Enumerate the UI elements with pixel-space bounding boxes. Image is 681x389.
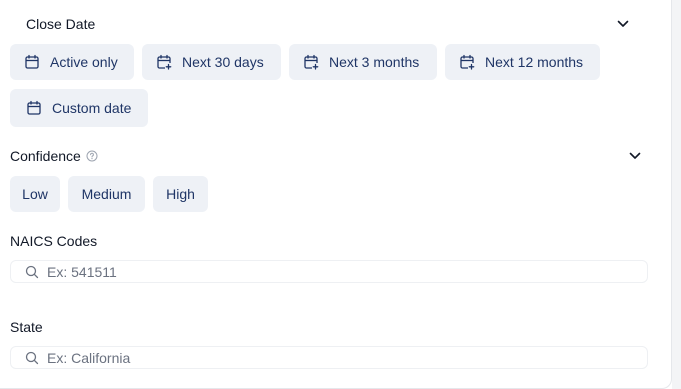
chip-next-12-months[interactable]: Next 12 months: [445, 44, 600, 80]
chip-label: High: [166, 186, 195, 202]
chevron-down-icon[interactable]: [628, 149, 642, 163]
chip-label: Active only: [50, 54, 118, 70]
chip-active-only[interactable]: Active only: [10, 44, 134, 80]
panel-edge: [672, 0, 681, 389]
naics-search-input[interactable]: [47, 263, 607, 280]
chip-high[interactable]: High: [153, 176, 208, 212]
search-icon: [25, 265, 39, 278]
confidence-title: Confidence: [10, 148, 81, 164]
chip-label: Low: [22, 186, 48, 202]
calendar-icon: [27, 100, 41, 115]
confidence-header[interactable]: Confidence: [10, 147, 98, 165]
state-search-input[interactable]: [47, 349, 607, 366]
state-search-box[interactable]: [10, 346, 648, 369]
chip-next-3-months[interactable]: Next 3 months: [289, 44, 437, 80]
search-icon: [25, 351, 39, 364]
chip-low[interactable]: Low: [10, 176, 60, 212]
naics-search-box[interactable]: [10, 260, 648, 283]
calendar-plus-icon: [157, 54, 172, 70]
naics-codes-label: NAICS Codes: [10, 233, 98, 249]
chevron-down-icon[interactable]: [616, 17, 630, 31]
info-icon[interactable]: [86, 150, 98, 162]
close-date-header[interactable]: Close Date: [26, 15, 95, 33]
chip-custom-date[interactable]: Custom date: [10, 89, 148, 127]
chip-label: Next 3 months: [329, 54, 420, 70]
chip-label: Custom date: [52, 100, 132, 116]
calendar-plus-icon: [460, 54, 475, 70]
chip-label: Next 30 days: [182, 54, 264, 70]
chip-medium[interactable]: Medium: [68, 176, 145, 212]
chip-next-30-days[interactable]: Next 30 days: [142, 44, 281, 80]
filter-panel: Close Date Active only Next 30 days Next…: [0, 0, 672, 389]
calendar-plus-icon: [304, 54, 319, 70]
state-label: State: [10, 319, 43, 335]
calendar-icon: [25, 54, 39, 69]
chip-label: Next 12 months: [485, 54, 584, 70]
close-date-title: Close Date: [26, 16, 96, 32]
chip-label: Medium: [81, 186, 132, 202]
